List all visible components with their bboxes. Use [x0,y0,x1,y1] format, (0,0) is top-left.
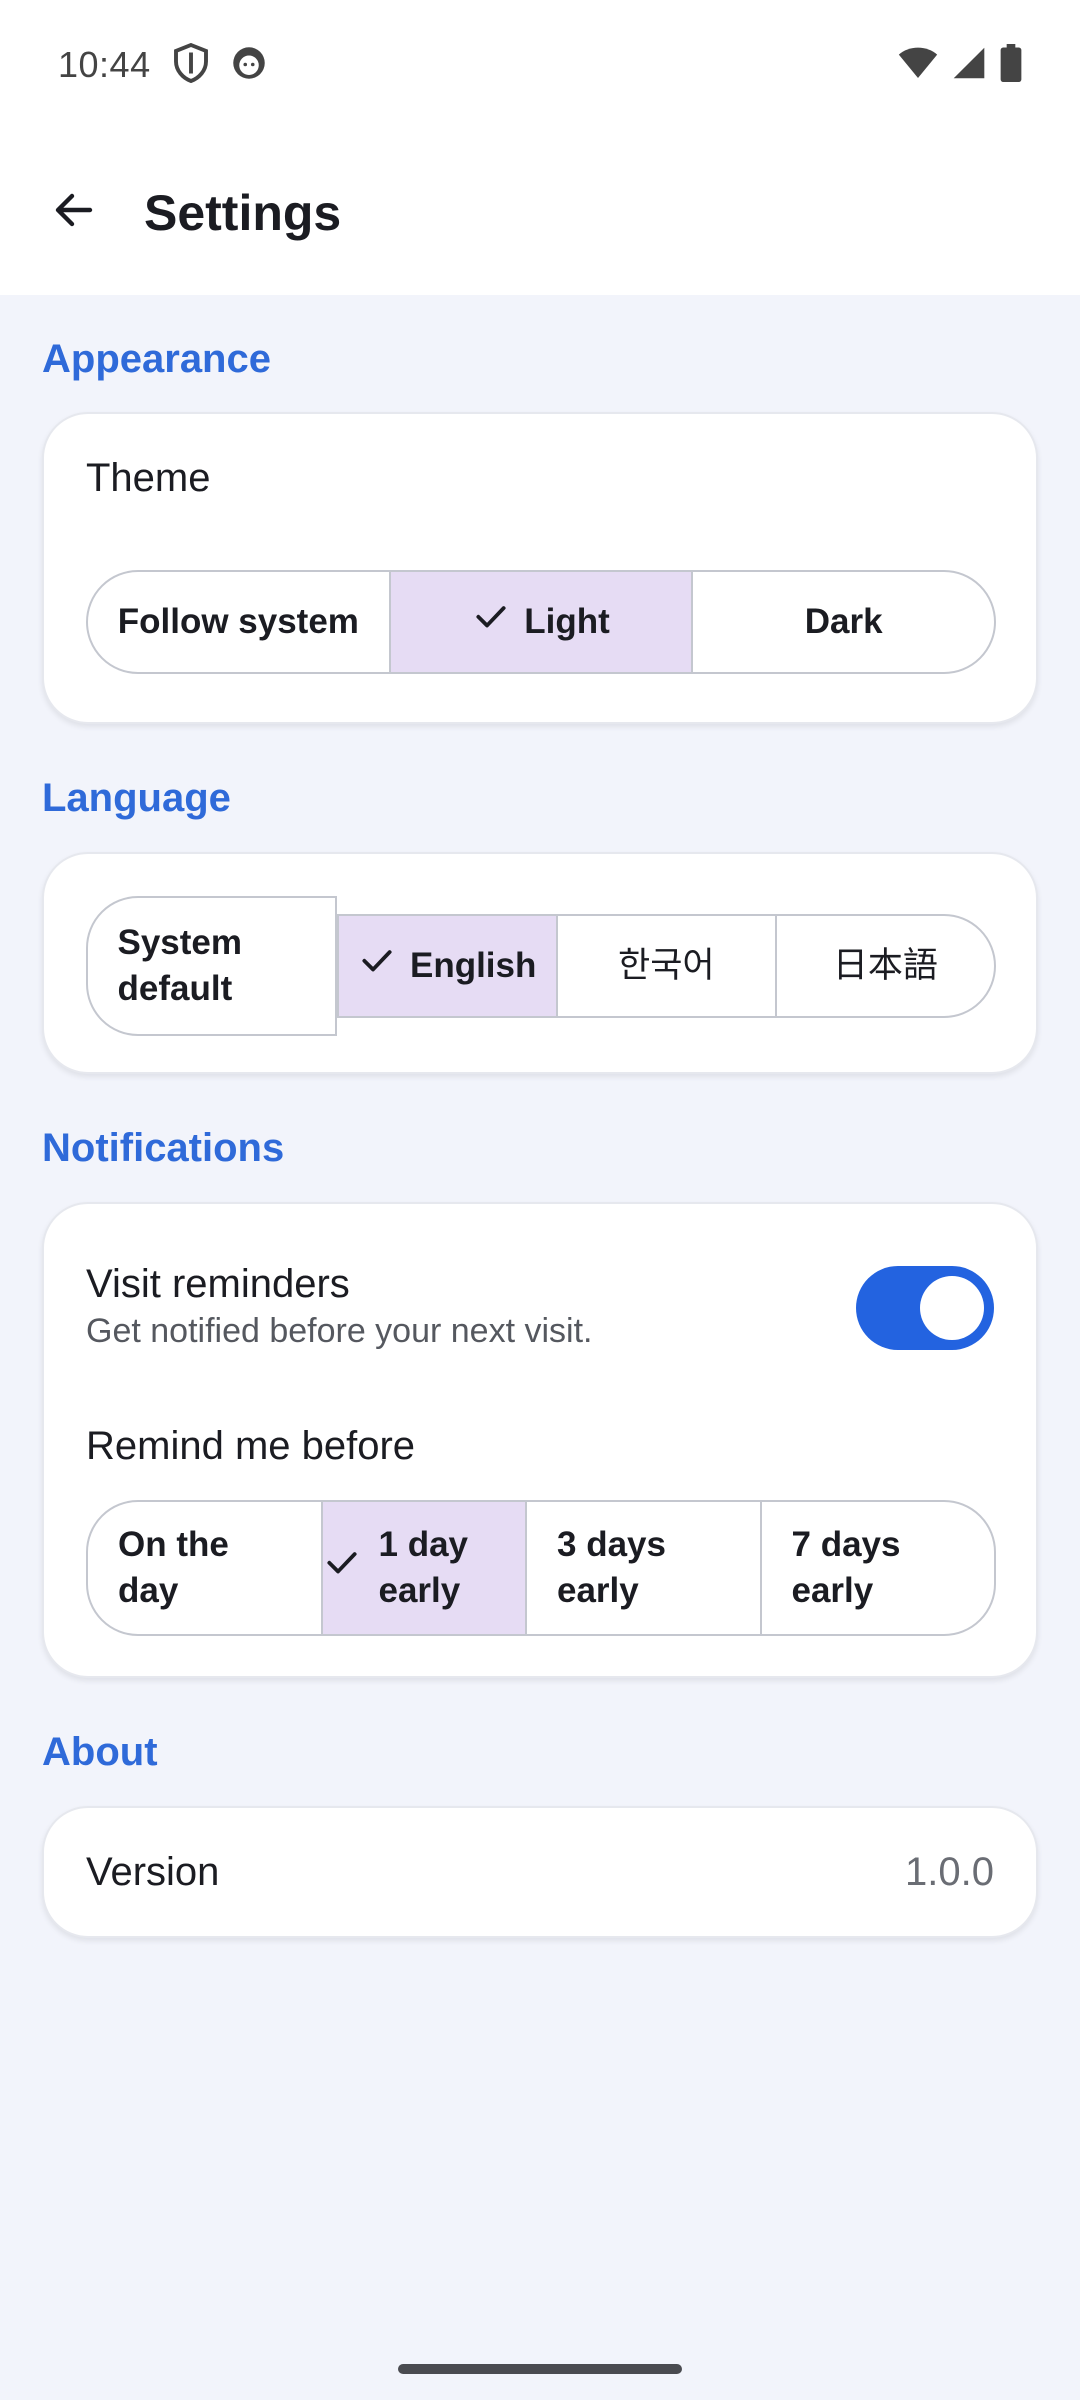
visit-reminders-toggle[interactable] [856,1266,994,1350]
face-icon [231,45,267,86]
status-time: 10:44 [58,44,151,85]
language-option-korean[interactable]: 한국어 [555,916,775,1016]
remind-segmented-control: On the day 1 day early 3 days early 7 da… [86,1500,996,1636]
visit-reminders-subtitle: Get notified before your next visit. [86,1312,593,1350]
remind-option-3-days[interactable]: 3 days early [525,1502,760,1634]
theme-option-dark[interactable]: Dark [691,572,994,672]
page-title: Settings [144,184,342,241]
home-indicator[interactable] [398,2364,682,2374]
section-notifications: Notifications [42,1126,285,1170]
back-button[interactable] [26,165,122,261]
about-card[interactable]: Version 1.0.0 [42,1806,1038,1938]
version-value: 1.0.0 [905,1850,994,1894]
cellular-icon [952,46,986,85]
language-option-japanese[interactable]: 日本語 [774,916,994,1016]
theme-option-follow-system[interactable]: Follow system [88,572,389,672]
battery-icon [1000,43,1022,87]
theme-option-light[interactable]: Light [388,572,692,672]
language-card: System default English 한국어 日本語 [42,852,1038,1074]
check-icon [323,1543,361,1593]
language-option-system-default[interactable]: System default [85,896,337,1036]
version-label: Version [86,1850,220,1894]
arrow-back-icon [50,186,98,239]
remind-option-on-the-day[interactable]: On the day [88,1502,321,1634]
language-option-english[interactable]: English [336,916,556,1016]
section-about: About [42,1730,158,1774]
section-language: Language [42,776,231,820]
remind-before-label: Remind me before [86,1424,416,1468]
remind-option-1-day[interactable]: 1 day early [320,1502,525,1634]
toggle-knob [920,1276,984,1340]
theme-label: Theme [86,456,211,500]
check-icon [358,941,396,991]
status-bar: 10:44 [0,0,1080,130]
appearance-card: Theme Follow system Light Dark [42,412,1038,724]
check-icon [472,597,510,647]
shield-icon [173,42,209,88]
wifi-icon [898,46,938,85]
section-appearance: Appearance [42,337,271,381]
notifications-card: Visit reminders Get notified before your… [42,1202,1038,1678]
language-segmented-control: System default English 한국어 日本語 [85,896,996,1036]
remind-option-7-days[interactable]: 7 days early [759,1502,995,1634]
top-app-bar: Settings [0,130,1080,295]
theme-segmented-control: Follow system Light Dark [86,570,996,674]
visit-reminders-title: Visit reminders [86,1262,350,1306]
